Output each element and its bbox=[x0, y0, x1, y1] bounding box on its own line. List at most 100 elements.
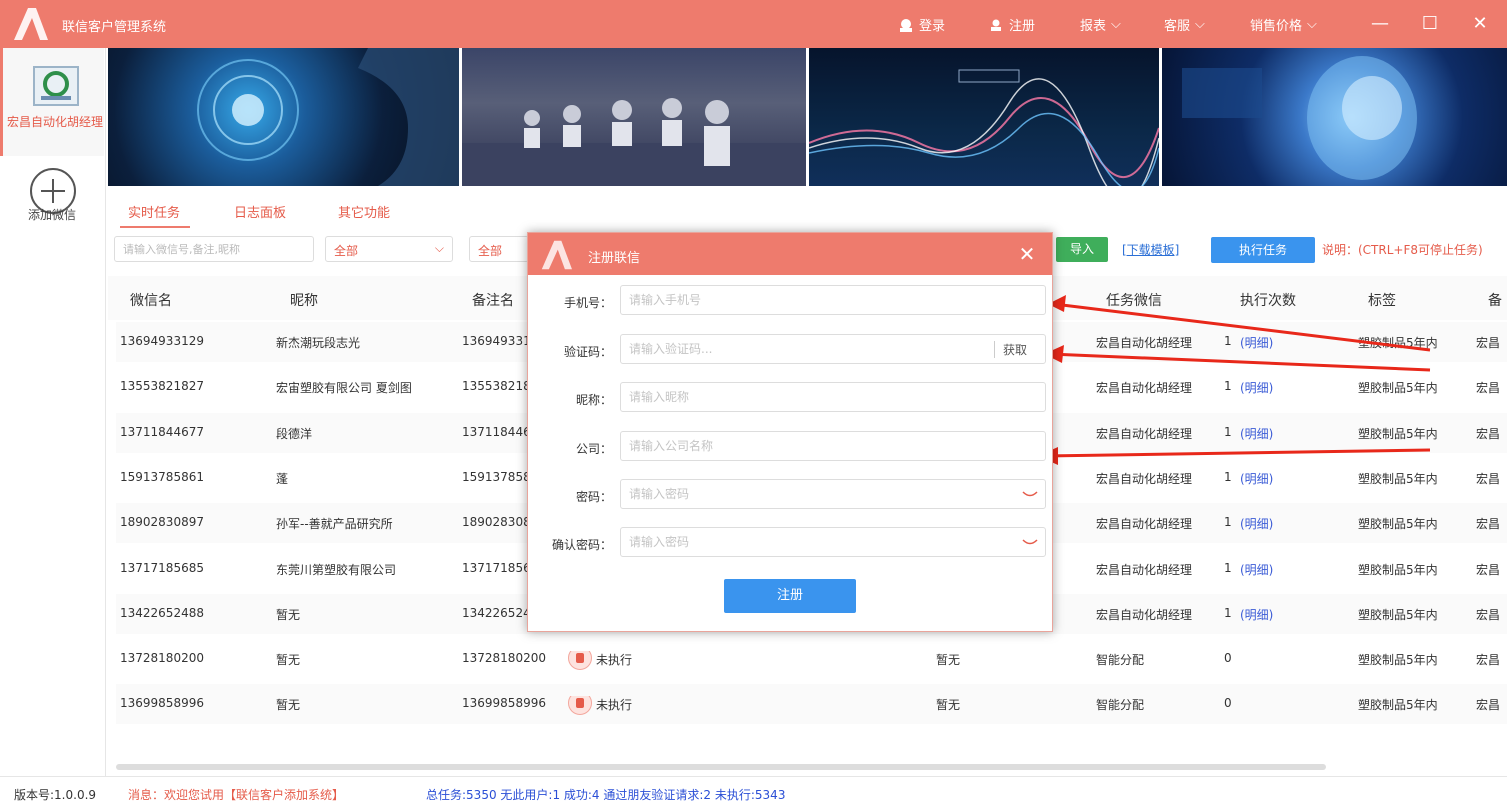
login-button[interactable]: 登录 bbox=[898, 15, 945, 34]
cell-extra: 宏昌 bbox=[1476, 606, 1507, 623]
cell-extra-text: 宏昌 bbox=[1476, 471, 1501, 486]
chevron-down-icon: ⌵ bbox=[1111, 17, 1121, 32]
confirm-password-field[interactable] bbox=[620, 527, 1046, 557]
cell-exec-count-text: 0 bbox=[1224, 651, 1232, 666]
cell-detail-link[interactable]: (明细) bbox=[1240, 425, 1273, 442]
cell-extra-text: 宏昌 bbox=[1476, 653, 1501, 668]
cell-extra: 宏昌 bbox=[1476, 651, 1507, 668]
cell-detail-link[interactable]: (明细) bbox=[1240, 379, 1273, 396]
cell-nickname-text: 暂无 bbox=[276, 607, 301, 622]
cell-wechat-text: 18902830897 bbox=[120, 515, 204, 530]
status-message: 消息：欢迎您试用【联信客户添加系统】 bbox=[128, 788, 345, 802]
minimize-icon[interactable]: — bbox=[1366, 10, 1394, 38]
col-header-task-wechat: 任务微信 bbox=[1106, 293, 1162, 309]
close-icon[interactable]: ✕ bbox=[1466, 10, 1494, 38]
tab-log[interactable]: 日志面板 bbox=[234, 202, 286, 221]
app-logo-icon bbox=[541, 240, 572, 270]
cell-extra-info: 暂无 bbox=[936, 651, 960, 668]
password-field[interactable] bbox=[620, 479, 1046, 509]
table-row[interactable]: 13699858996 暂无 13699858996 未执行 暂无 智能分配 0 塑胶制品5年… bbox=[116, 684, 1507, 725]
account-item[interactable]: 宏昌自动化胡经理 bbox=[0, 48, 104, 156]
cell-task-wechat-text: 智能分配 bbox=[1096, 653, 1145, 668]
register-submit-button[interactable]: 注册 bbox=[724, 579, 856, 613]
cell-tag: 塑胶制品5年内 bbox=[1358, 334, 1438, 351]
nickname-field[interactable] bbox=[620, 382, 1046, 412]
col-header-tag: 标签 bbox=[1368, 293, 1396, 309]
cell-exec-count: 1 bbox=[1224, 606, 1232, 620]
get-code-button[interactable]: 获取 bbox=[994, 341, 1027, 358]
search-input[interactable] bbox=[114, 236, 314, 262]
cell-detail-link-text: (明细) bbox=[1240, 471, 1274, 486]
app-title: 联信客户管理系统 bbox=[62, 20, 167, 35]
eye-closed-icon[interactable] bbox=[1022, 538, 1038, 548]
cell-remark-text: 13699858996 bbox=[462, 696, 546, 711]
execute-task-button[interactable]: 执行任务 bbox=[1211, 237, 1315, 263]
cell-tag-text: 塑胶制品5年内 bbox=[1358, 698, 1438, 713]
cell-task-wechat: 智能分配 bbox=[1096, 696, 1144, 713]
add-wechat-label: 添加微信 bbox=[27, 208, 76, 222]
account-avatar bbox=[33, 66, 79, 106]
cell-detail-link[interactable]: (明细) bbox=[1240, 561, 1273, 578]
col-header-nickname: 昵称 bbox=[290, 293, 318, 309]
eye-closed-icon[interactable] bbox=[1022, 490, 1038, 500]
report-menu[interactable]: 报表 ⌵ bbox=[1080, 15, 1121, 34]
cell-extra: 宏昌 bbox=[1476, 334, 1507, 351]
cell-exec-count: 1 bbox=[1224, 425, 1232, 439]
cell-detail-link-text: (明细) bbox=[1240, 562, 1274, 577]
cell-exec-count: 1 bbox=[1224, 561, 1232, 575]
table-row[interactable]: 13728180200 暂无 13728180200 未执行 暂无 智能分配 0 塑胶制品5年… bbox=[116, 639, 1507, 679]
cell-wechat: 13717185685 bbox=[120, 561, 204, 575]
company-field[interactable] bbox=[620, 431, 1046, 461]
cell-tag: 塑胶制品5年内 bbox=[1358, 470, 1438, 487]
account-name: 宏昌自动化胡经理 bbox=[7, 115, 104, 129]
app-logo-icon bbox=[14, 8, 48, 40]
cell-extra-text: 宏昌 bbox=[1476, 517, 1501, 532]
cell-task-wechat: 宏昌自动化胡经理 bbox=[1096, 606, 1192, 623]
col-header-wechat: 微信名 bbox=[130, 293, 172, 309]
maximize-icon[interactable]: ☐ bbox=[1416, 10, 1444, 38]
cell-wechat-text: 13728180200 bbox=[120, 651, 204, 666]
cell-task-wechat-text: 宏昌自动化胡经理 bbox=[1096, 517, 1193, 532]
banner-image bbox=[108, 48, 459, 186]
cell-nickname: 东莞川第塑胶有限公司 bbox=[276, 561, 456, 578]
col-header-exec-count: 执行次数 bbox=[1240, 293, 1296, 309]
tab-realtime[interactable]: 实时任务 bbox=[128, 202, 180, 221]
confirm-password-label: 确认密码： bbox=[551, 538, 612, 552]
tab-other[interactable]: 其它功能 bbox=[338, 202, 390, 221]
cell-detail-link[interactable]: (明细) bbox=[1240, 515, 1273, 532]
cell-nickname: 新杰潮玩段志光 bbox=[276, 334, 456, 351]
cell-status: 未执行 bbox=[568, 696, 632, 715]
phone-field[interactable] bbox=[620, 285, 1046, 315]
banner-image bbox=[809, 48, 1159, 186]
alarm-icon bbox=[568, 651, 592, 670]
import-button[interactable]: 导入 bbox=[1056, 237, 1108, 262]
cell-task-wechat-text: 宏昌自动化胡经理 bbox=[1096, 381, 1193, 396]
cell-detail-link[interactable]: (明细) bbox=[1240, 334, 1273, 351]
cell-exec-count-text: 1 bbox=[1224, 560, 1232, 575]
cell-exec-count: 0 bbox=[1224, 651, 1232, 665]
cell-tag-text: 塑胶制品5年内 bbox=[1358, 653, 1438, 668]
cell-exec-count: 1 bbox=[1224, 515, 1232, 529]
download-template-link[interactable]: [下载模板] bbox=[1122, 241, 1179, 258]
cell-detail-link[interactable]: (明细) bbox=[1240, 470, 1273, 487]
cell-nickname: 蓬 bbox=[276, 470, 456, 487]
cell-nickname-text: 新杰潮玩段志光 bbox=[276, 336, 361, 350]
cell-exec-count: 1 bbox=[1224, 379, 1232, 393]
horizontal-scrollbar[interactable] bbox=[116, 764, 1326, 770]
filter-select-1[interactable]: 全部 ⌵ bbox=[325, 236, 453, 262]
verification-code-field[interactable] bbox=[620, 334, 1046, 364]
cell-status: 未执行 bbox=[568, 651, 632, 670]
status-bar: 版本号:1.0.0.9 消息：欢迎您试用【联信客户添加系统】 总任务:5350 … bbox=[0, 776, 1507, 808]
cell-detail-link[interactable]: (明细) bbox=[1240, 606, 1273, 623]
close-icon[interactable]: ✕ bbox=[1014, 241, 1040, 267]
cell-extra-info: 暂无 bbox=[936, 696, 960, 713]
cell-extra-text: 宏昌 bbox=[1476, 336, 1501, 350]
filter-select-2[interactable]: 全部 bbox=[469, 236, 529, 262]
pricing-menu[interactable]: 销售价格 ⌵ bbox=[1250, 15, 1317, 34]
service-menu[interactable]: 客服 ⌵ bbox=[1164, 15, 1205, 34]
cell-wechat: 13422652488 bbox=[120, 606, 204, 620]
cell-task-wechat: 宏昌自动化胡经理 bbox=[1096, 515, 1192, 532]
register-button[interactable]: 注册 bbox=[990, 15, 1035, 34]
cell-extra-info-text: 暂无 bbox=[936, 698, 961, 713]
cell-extra: 宏昌 bbox=[1476, 696, 1507, 713]
